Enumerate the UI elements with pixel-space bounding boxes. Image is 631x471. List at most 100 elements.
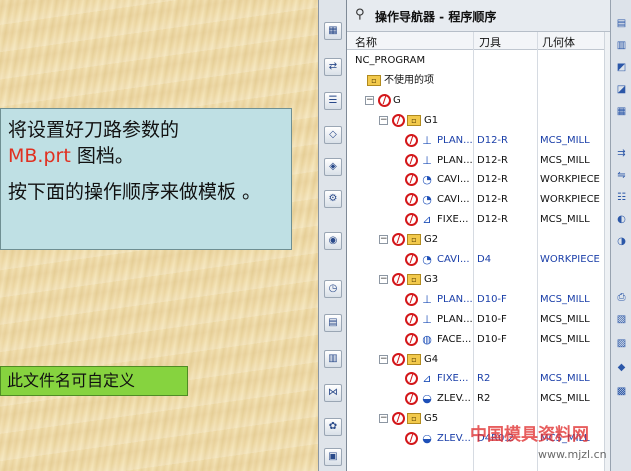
assembly-navigator-icon[interactable]: ▦ [324,22,342,40]
column-name[interactable]: 名称 [355,34,377,50]
program-group-row[interactable]: − / G [347,91,604,111]
operation-type-icon: ⊥ [422,292,432,306]
constraint-navigator-icon[interactable]: ⇄ [324,58,342,76]
collapse-toggle-icon[interactable]: − [379,354,388,364]
operation-row[interactable]: / ◔ CAVI... D4 WORKPIECE [347,250,604,270]
operation-row[interactable]: / ⊥ PLAN... D10-F MCS_MILL [347,290,604,310]
program-folder-icon: ▫ [407,234,421,246]
machine-tool-icon[interactable]: ⚙ [324,190,342,208]
operation-row[interactable]: / ⊿ FIXE... D12-R MCS_MILL [347,210,604,230]
row-geometry: MCS_MILL [540,313,590,325]
create-program-icon[interactable]: ▤ [614,16,629,31]
row-name: ZLEV... [437,393,471,405]
not-generated-icon: / [405,213,418,227]
verify-path-icon[interactable]: ◐ [614,212,629,227]
operation-type-icon: ◔ [422,173,432,187]
program-folder-icon: ▫ [407,273,421,285]
row-name: CAVI... [437,174,470,186]
row-name: G2 [424,234,439,246]
create-geometry-icon[interactable]: ◩ [614,60,629,75]
operation-navigator-icon[interactable]: ☰ [324,92,342,110]
column-tool[interactable]: 刀具 [479,34,501,50]
row-geometry: MCS_MILL [540,214,590,226]
operation-type-icon: ⊥ [422,312,432,326]
row-tool: D10-F [477,293,507,305]
operation-row[interactable]: / ◔ CAVI... D12-R WORKPIECE [347,190,604,210]
not-generated-icon: / [405,312,418,326]
not-generated-icon: / [392,113,405,127]
row-name: ZLEV... [437,433,471,445]
row-tool: D12-R [477,194,508,206]
process-studio-icon[interactable]: ⋈ [324,384,342,402]
operation-row[interactable]: / ⊿ FIXE... R2 MCS_MILL [347,369,604,389]
create-method-icon[interactable]: ◪ [614,82,629,97]
generate-path-icon[interactable]: ⇉ [614,146,629,161]
batch-icon[interactable]: ▩ [614,384,629,399]
system-materials-icon[interactable]: ▤ [324,314,342,332]
row-name: G5 [424,413,439,425]
roles-icon[interactable]: ▥ [324,350,342,368]
history-icon[interactable]: ◷ [324,280,342,298]
reuse-library-icon[interactable]: ◈ [324,158,342,176]
feature-icon[interactable]: ◆ [614,360,629,375]
row-name: PLAN... [437,134,473,146]
not-generated-icon: / [392,272,405,286]
operation-row[interactable]: / ⊥ PLAN... D12-R MCS_MILL [347,151,604,171]
row-geometry: MCS_MILL [540,154,590,166]
collapse-toggle-icon[interactable]: − [365,95,374,105]
pin-icon[interactable]: ⚲ [355,7,365,22]
shop-docs-icon[interactable]: ▧ [614,312,629,327]
row-name: G4 [424,353,439,365]
tree-row[interactable]: NC_PROGRAM [347,51,604,71]
not-generated-icon: / [405,372,418,386]
program-group-row[interactable]: − / ▫ G3 [347,270,604,290]
operation-row[interactable]: / ⊥ PLAN... D12-R MCS_MILL [347,131,604,151]
unused-folder-icon: ▫ [367,74,381,86]
output-cls-icon[interactable]: ▨ [614,336,629,351]
program-folder-icon: ▫ [407,114,421,126]
operation-type-icon: ⊿ [422,213,432,227]
row-name: G1 [424,114,439,126]
not-generated-icon: / [405,173,418,187]
operation-row[interactable]: / ◔ CAVI... D12-R WORKPIECE [347,170,604,190]
operation-type-icon: ⊥ [422,153,432,167]
instruction-note: 将设置好刀路参数的 MB.prt 图档。 按下面的操作顺序来做模板 。 [0,108,292,250]
list-path-icon[interactable]: ☷ [614,190,629,205]
column-geometry[interactable]: 几何体 [542,34,575,50]
row-geometry: WORKPIECE [540,254,600,265]
collapse-toggle-icon[interactable]: − [379,414,388,424]
row-tool: R2 [477,373,491,385]
not-generated-icon: / [405,432,418,446]
not-generated-icon: / [405,153,418,167]
row-geometry: MCS_MILL [540,134,590,146]
row-tool: D12-R [477,174,508,186]
row-name: NC_PROGRAM [355,55,426,66]
palette-icon[interactable]: ▣ [324,448,342,466]
create-tool-icon[interactable]: ▥ [614,38,629,53]
program-folder-icon: ▫ [407,353,421,365]
program-group-row[interactable]: − / ▫ G1 [347,111,604,131]
operation-type-icon: ◒ [422,392,432,406]
web-browser-icon[interactable]: ◉ [324,232,342,250]
row-geometry: MCS_MILL [540,393,590,405]
operation-row[interactable]: / ⊥ PLAN... D10-F MCS_MILL [347,310,604,330]
operation-row[interactable]: / ◍ FACE... D10-F MCS_MILL [347,330,604,350]
tree-row[interactable]: ▫ 不使用的项 [347,71,604,91]
collapse-toggle-icon[interactable]: − [379,115,388,125]
row-name: CAVI... [437,254,470,265]
postprocess-icon[interactable]: ⎙ [614,290,629,305]
manufacturing-wizard-icon[interactable]: ✿ [324,418,342,436]
collapse-toggle-icon[interactable]: − [379,274,388,284]
simulate-icon[interactable]: ◑ [614,234,629,249]
replay-path-icon[interactable]: ⇋ [614,168,629,183]
collapse-toggle-icon[interactable]: − [379,235,388,245]
part-navigator-icon[interactable]: ◇ [324,126,342,144]
operation-row[interactable]: / ◒ ZLEV... R2 MCS_MILL [347,389,604,409]
program-group-row[interactable]: − / ▫ G4 [347,350,604,370]
row-tool: D12-R [477,134,508,146]
operation-type-icon: ◔ [422,253,432,266]
watermark: 中国模具资料网 [470,425,589,445]
not-generated-icon: / [378,93,391,107]
create-operation-icon[interactable]: ▦ [614,104,629,119]
program-group-row[interactable]: − / ▫ G2 [347,230,604,250]
